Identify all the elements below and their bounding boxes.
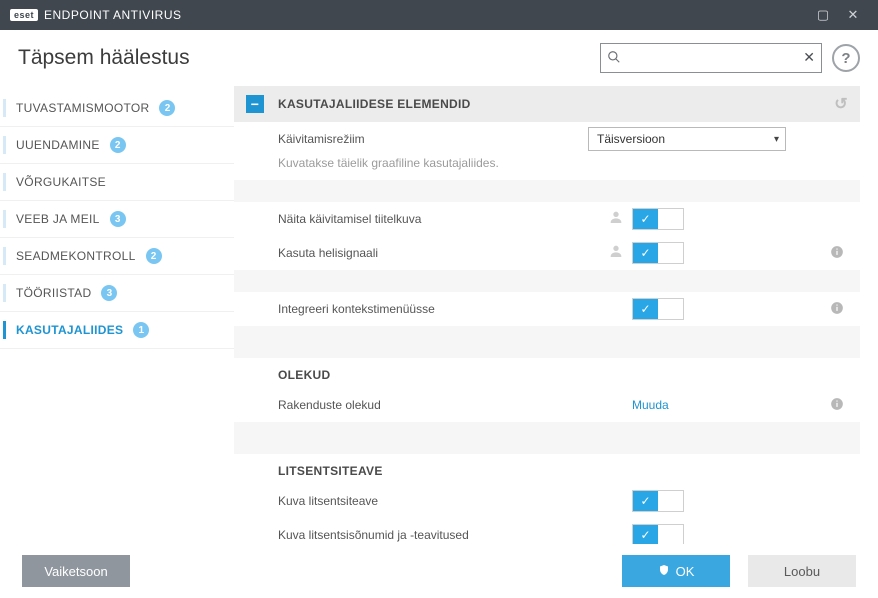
sidebar-item-update[interactable]: UUENDAMINE 2: [0, 127, 234, 164]
sidebar-item-device-control[interactable]: SEADMEKONTROLL 2: [0, 238, 234, 275]
search-icon: [607, 50, 621, 67]
row-show-splash: Näita käivitamisel tiitelkuva ✓: [234, 202, 860, 236]
clear-search-icon[interactable]: ✕: [803, 49, 815, 66]
section-header-ui-elements[interactable]: − KASUTAJALIIDESE ELEMENDID ↺: [234, 86, 860, 122]
subheader-license: LITSENTSITEAVE: [234, 454, 860, 484]
show-license-toggle[interactable]: ✓: [632, 490, 684, 512]
show-splash-toggle[interactable]: ✓: [632, 208, 684, 230]
show-license-msgs-label: Kuva litsentsisõnumid ja -teavitused: [278, 528, 608, 542]
sidebar-item-web-and-email[interactable]: VEEB JA MEIL 3: [0, 201, 234, 238]
integrate-context-label: Integreeri kontekstimenüüsse: [278, 302, 608, 316]
info-icon[interactable]: [830, 245, 844, 262]
start-mode-select[interactable]: Täisversioon ▾: [588, 127, 786, 151]
section-title: KASUTAJALIIDESE ELEMENDID: [278, 97, 471, 111]
row-show-license-msgs: Kuva litsentsisõnumid ja -teavitused ✓: [234, 518, 860, 544]
titlebar: eset ENDPOINT ANTIVIRUS ▢ ✕: [0, 0, 878, 30]
window-maximize-icon[interactable]: ▢: [808, 7, 838, 23]
start-mode-description: Kuvatakse täielik graafiline kasutajalii…: [234, 156, 860, 180]
sidebar-badge: 3: [101, 285, 117, 301]
user-icon: [608, 209, 624, 230]
window-title: ENDPOINT ANTIVIRUS: [44, 8, 181, 22]
integrate-context-toggle[interactable]: ✓: [632, 298, 684, 320]
show-splash-label: Näita käivitamisel tiitelkuva: [278, 212, 608, 226]
collapse-icon[interactable]: −: [246, 95, 264, 113]
use-sound-toggle[interactable]: ✓: [632, 242, 684, 264]
sidebar-item-network-protection[interactable]: VÕRGUKAITSE: [0, 164, 234, 201]
info-icon[interactable]: [830, 397, 844, 414]
shield-icon: [658, 564, 670, 579]
ok-button[interactable]: OK: [622, 555, 730, 587]
sidebar-badge: 2: [146, 248, 162, 264]
sidebar: TUVASTAMISMOOTOR 2 UUENDAMINE 2 VÕRGUKAI…: [0, 86, 234, 544]
search-field[interactable]: ✕: [600, 43, 822, 73]
help-button[interactable]: ?: [832, 44, 860, 72]
use-sound-label: Kasuta helisignaali: [278, 246, 608, 260]
search-input[interactable]: [627, 51, 795, 66]
sidebar-badge: 1: [133, 322, 149, 338]
show-license-label: Kuva litsentsiteave: [278, 494, 608, 508]
subheader-statuses: OLEKUD: [234, 358, 860, 388]
show-license-msgs-toggle[interactable]: ✓: [632, 524, 684, 544]
sidebar-badge: 2: [110, 137, 126, 153]
header: Täpsem häälestus ✕ ?: [0, 30, 878, 86]
sidebar-badge: 3: [110, 211, 126, 227]
row-integrate-context: Integreeri kontekstimenüüsse ✓: [234, 292, 860, 326]
footer: Vaiketsoon OK Loobu: [0, 544, 878, 598]
sidebar-badge: 2: [159, 100, 175, 116]
row-start-mode: Käivitamisrežiim Täisversioon ▾: [234, 122, 860, 156]
start-mode-value: Täisversioon: [597, 132, 665, 146]
info-icon[interactable]: [830, 301, 844, 318]
cancel-button[interactable]: Loobu: [748, 555, 856, 587]
reset-icon[interactable]: ↺: [834, 94, 848, 114]
content-scroll[interactable]: − KASUTAJALIIDESE ELEMENDID ↺ Käivitamis…: [234, 86, 864, 544]
user-icon: [608, 243, 624, 264]
window-close-icon[interactable]: ✕: [838, 7, 868, 23]
row-show-license: Kuva litsentsiteave ✓: [234, 484, 860, 518]
row-app-statuses: Rakenduste olekud Muuda: [234, 388, 860, 422]
sidebar-item-tools[interactable]: TÖÖRIISTAD 3: [0, 275, 234, 312]
app-statuses-label: Rakenduste olekud: [278, 398, 608, 412]
default-zone-button[interactable]: Vaiketsoon: [22, 555, 130, 587]
sidebar-item-user-interface[interactable]: KASUTAJALIIDES 1: [0, 312, 234, 349]
chevron-down-icon: ▾: [774, 134, 779, 145]
start-mode-label: Käivitamisrežiim: [278, 132, 608, 146]
row-use-sound: Kasuta helisignaali ✓: [234, 236, 860, 270]
sidebar-item-detection-engine[interactable]: TUVASTAMISMOOTOR 2: [0, 90, 234, 127]
page-title: Täpsem häälestus: [18, 46, 190, 70]
brand-badge: eset: [10, 9, 38, 21]
app-statuses-edit-link[interactable]: Muuda: [632, 398, 669, 412]
